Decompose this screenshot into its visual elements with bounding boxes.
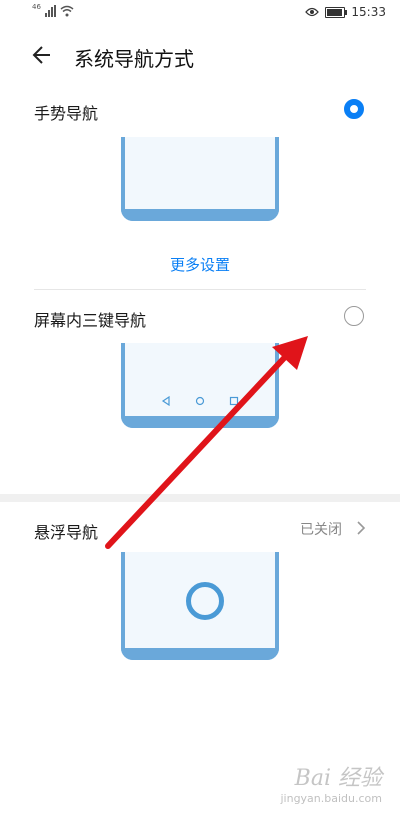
watermark: Bai 经验 jingyan.baidu.com <box>280 760 382 805</box>
watermark-url: jingyan.baidu.com <box>280 792 382 805</box>
watermark-logo: Bai 经验 <box>294 766 382 791</box>
annotation-arrow <box>105 336 308 549</box>
